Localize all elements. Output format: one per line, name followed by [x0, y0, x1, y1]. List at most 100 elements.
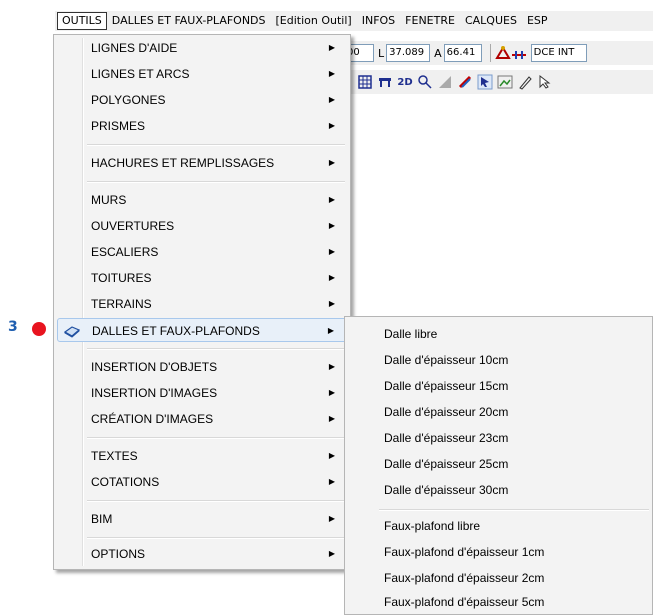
menu-item-label: TEXTES — [91, 449, 138, 463]
submenu-arrow-icon: ▶ — [328, 158, 335, 167]
cursor-icon[interactable] — [537, 74, 553, 90]
menu-item-label: HACHURES ET REMPLISSAGES — [91, 156, 275, 170]
submenu-item-faux-plafond-5cm[interactable]: Faux-plafond d'épaisseur 5cm — [348, 589, 648, 615]
submenu-arrow-icon: ▶ — [328, 121, 335, 130]
menu-item-bim[interactable]: BIM ▶ — [57, 507, 347, 531]
submenu-item-dalle-30cm[interactable]: Dalle d'épaisseur 30cm — [348, 477, 648, 503]
menu-item-options[interactable]: OPTIONS ▶ — [57, 542, 347, 566]
toolbar-separator — [489, 44, 491, 62]
image-icon[interactable] — [497, 74, 513, 90]
label-a: A — [434, 46, 442, 60]
menu-item-label: MURS — [91, 193, 127, 207]
select-icon[interactable] — [477, 74, 493, 90]
submenu-item-dalle-10cm[interactable]: Dalle d'épaisseur 10cm — [348, 347, 648, 373]
coordinates-toolbar: 00 L 37.089 A 66.41 DCE INT — [345, 41, 653, 65]
submenu-arrow-icon: ▶ — [328, 247, 335, 256]
menu-item-polygones[interactable]: POLYGONES ▶ — [57, 88, 347, 112]
menu-item-insertion-objets[interactable]: INSERTION D'OBJETS ▶ — [57, 355, 347, 379]
menu-separator — [87, 537, 345, 539]
submenu-item-dalle-libre[interactable]: Dalle libre — [348, 321, 648, 347]
submenu-arrow-icon: ▶ — [328, 362, 335, 371]
submenu-arrow-icon: ▶ — [328, 514, 335, 523]
menu-item-label: TOITURES — [91, 271, 152, 285]
menu-item-murs[interactable]: MURS ▶ — [57, 188, 347, 212]
submenu-arrow-icon: ▶ — [328, 273, 335, 282]
submenu-item-dalle-25cm[interactable]: Dalle d'épaisseur 25cm — [348, 451, 648, 477]
table-icon[interactable] — [377, 74, 393, 90]
grid-icon[interactable] — [357, 74, 373, 90]
menu-item-escaliers[interactable]: ESCALIERS ▶ — [57, 240, 347, 264]
label-l: L — [378, 46, 385, 60]
menu-item-label: OUVERTURES — [91, 219, 175, 233]
menu-item-label: PRISMES — [91, 119, 146, 133]
menu-item-label: CRÉATION D'IMAGES — [91, 412, 214, 426]
menu-separator — [87, 500, 345, 502]
menu-item-terrains[interactable]: TERRAINS ▶ — [57, 292, 347, 316]
menu-item-lignes-arcs[interactable]: LIGNES ET ARCS ▶ — [57, 62, 347, 86]
render-icon[interactable] — [437, 74, 453, 90]
snap-icon[interactable] — [494, 45, 511, 61]
menu-calques[interactable]: CALQUES — [460, 12, 522, 30]
menu-fenetre[interactable]: FENETRE — [400, 12, 460, 30]
submenu-arrow-icon: ▶ — [328, 221, 335, 230]
submenu-item-faux-plafond-2cm[interactable]: Faux-plafond d'épaisseur 2cm — [348, 565, 648, 591]
menu-infos[interactable]: INFOS — [357, 12, 400, 30]
submenu-arrow-icon: ▶ — [328, 43, 335, 52]
menu-item-label: TERRAINS — [91, 297, 152, 311]
menu-item-lignes-aide[interactable]: LIGNES D'AIDE ▶ — [57, 36, 347, 60]
menu-item-creation-images[interactable]: CRÉATION D'IMAGES ▶ — [57, 407, 347, 431]
menu-item-cotations[interactable]: COTATIONS ▶ — [57, 470, 347, 494]
submenu-arrow-icon: ▶ — [328, 195, 335, 204]
submenu-item-faux-plafond-1cm[interactable]: Faux-plafond d'épaisseur 1cm — [348, 539, 648, 565]
submenu-arrow-icon: ▶ — [328, 477, 335, 486]
submenu-item-dalle-15cm[interactable]: Dalle d'épaisseur 15cm — [348, 373, 648, 399]
tools-toolbar: 2D — [345, 70, 653, 94]
submenu-arrow-icon: ▶ — [328, 69, 335, 78]
pen-icon[interactable] — [517, 74, 533, 90]
zoom-icon[interactable] — [417, 74, 433, 90]
submenu-item-dalle-20cm[interactable]: Dalle d'épaisseur 20cm — [348, 399, 648, 425]
submenu-item-faux-plafond-libre[interactable]: Faux-plafond libre — [348, 513, 648, 539]
menu-esp[interactable]: ESP — [522, 12, 553, 30]
annotation-dot — [32, 322, 46, 336]
submenu-separator — [379, 509, 649, 511]
menu-separator — [87, 437, 345, 439]
annotation-number: 3 — [8, 319, 18, 335]
dalles-submenu: Dalle libre Dalle d'épaisseur 10cm Dalle… — [344, 316, 653, 615]
menu-item-label: OPTIONS — [91, 547, 146, 561]
menu-item-label: POLYGONES — [91, 93, 166, 107]
menu-item-label: INSERTION D'OBJETS — [91, 360, 218, 374]
submenu-arrow-icon: ▶ — [328, 414, 335, 423]
menu-item-textes[interactable]: TEXTES ▶ — [57, 444, 347, 468]
menu-item-label: DALLES ET FAUX-PLAFONDS — [92, 324, 260, 338]
menu-dalles-faux-plafonds[interactable]: DALLES ET FAUX-PLAFONDS — [107, 12, 271, 30]
submenu-arrow-icon: ▶ — [328, 451, 335, 460]
view-2d-button[interactable]: 2D — [397, 74, 413, 90]
submenu-item-dalle-23cm[interactable]: Dalle d'épaisseur 23cm — [348, 425, 648, 451]
slab-icon — [63, 323, 81, 339]
menu-item-label: INSERTION D'IMAGES — [91, 386, 218, 400]
menu-item-prismes[interactable]: PRISMES ▶ — [57, 114, 347, 138]
menu-item-dalles-faux-plafonds[interactable]: DALLES ET FAUX-PLAFONDS ▶ — [57, 318, 347, 342]
menu-edition-outil[interactable]: [Edition Outil] — [271, 12, 357, 30]
submenu-arrow-icon: ▶ — [327, 326, 334, 335]
menu-separator — [87, 348, 345, 350]
axis-icon[interactable] — [511, 45, 527, 61]
menu-item-ouvertures[interactable]: OUVERTURES ▶ — [57, 214, 347, 238]
submenu-arrow-icon: ▶ — [328, 549, 335, 558]
menu-outils[interactable]: OUTILS — [57, 12, 107, 30]
menu-separator — [87, 181, 345, 183]
menu-item-insertion-images[interactable]: INSERTION D'IMAGES ▶ — [57, 381, 347, 405]
menu-item-label: BIM — [91, 512, 113, 526]
paint-icon[interactable] — [457, 74, 473, 90]
angle-field[interactable]: 66.41 — [443, 44, 482, 62]
menu-item-hachures[interactable]: HACHURES ET REMPLISSAGES ▶ — [57, 151, 347, 175]
menu-bar: OUTILS DALLES ET FAUX-PLAFONDS [Edition … — [55, 11, 653, 31]
submenu-arrow-icon: ▶ — [328, 388, 335, 397]
length-field[interactable]: 37.089 — [386, 44, 431, 62]
outils-dropdown-menu: LIGNES D'AIDE ▶ LIGNES ET ARCS ▶ POLYGONES… — [53, 34, 351, 570]
menu-item-label: LIGNES ET ARCS — [91, 67, 190, 81]
menu-separator — [87, 144, 345, 146]
layer-select[interactable]: DCE INT — [530, 44, 587, 62]
menu-item-toitures[interactable]: TOITURES ▶ — [57, 266, 347, 290]
